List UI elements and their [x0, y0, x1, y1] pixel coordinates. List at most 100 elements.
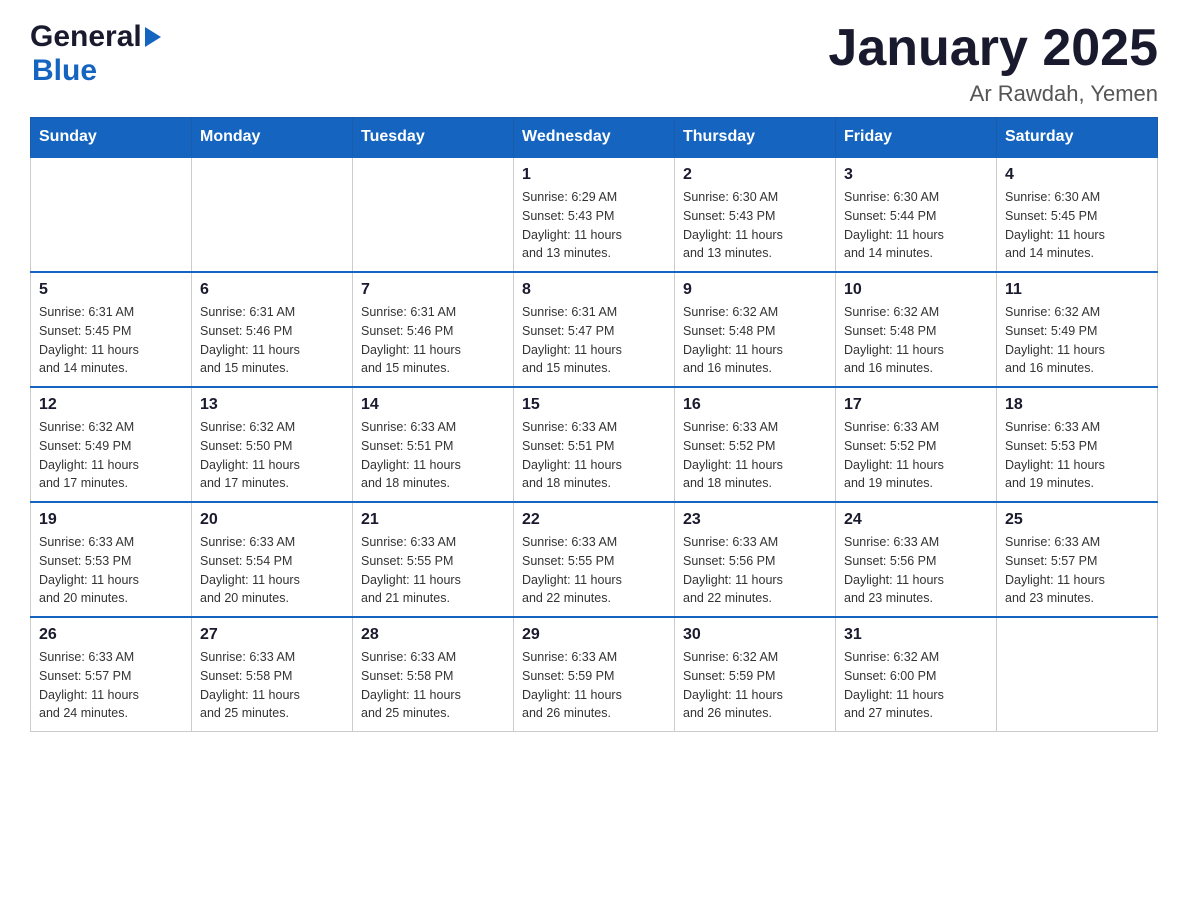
day-info: Sunrise: 6:33 AMSunset: 5:56 PMDaylight:… — [683, 533, 827, 608]
calendar-cell: 14 Sunrise: 6:33 AMSunset: 5:51 PMDayligh… — [353, 387, 514, 502]
day-info: Sunrise: 6:32 AMSunset: 5:48 PMDaylight:… — [844, 303, 988, 378]
day-number: 19 — [39, 511, 183, 529]
day-number: 9 — [683, 281, 827, 299]
calendar-cell — [192, 157, 353, 272]
day-number: 25 — [1005, 511, 1149, 529]
calendar-cell: 6Sunrise: 6:31 AMSunset: 5:46 PMDaylight… — [192, 272, 353, 387]
calendar-cell: 18 Sunrise: 6:33 AMSunset: 5:53 PMDayligh… — [997, 387, 1158, 502]
day-number: 1 — [522, 166, 666, 184]
day-info: Sunrise: 6:33 AMSunset: 5:52 PMDaylight:… — [844, 418, 988, 493]
day-number: 10 — [844, 281, 988, 299]
calendar-cell: 11Sunrise: 6:32 AMSunset: 5:49 PMDayligh… — [997, 272, 1158, 387]
day-number: 4 — [1005, 166, 1149, 184]
calendar-table: SundayMondayTuesdayWednesdayThursdayFrid… — [30, 117, 1158, 732]
day-number: 24 — [844, 511, 988, 529]
calendar-cell: 13Sunrise: 6:32 AMSunset: 5:50 PMDayligh… — [192, 387, 353, 502]
title-block: January 2025 Ar Rawdah, Yemen — [828, 20, 1158, 107]
calendar-cell: 29Sunrise: 6:33 AMSunset: 5:59 PMDayligh… — [514, 617, 675, 732]
day-number: 5 — [39, 281, 183, 299]
calendar-cell: 10 Sunrise: 6:32 AMSunset: 5:48 PMDayligh… — [836, 272, 997, 387]
day-number: 20 — [200, 511, 344, 529]
day-info: Sunrise: 6:30 AMSunset: 5:43 PMDaylight:… — [683, 188, 827, 263]
day-number: 3 — [844, 166, 988, 184]
day-info: Sunrise: 6:33 AMSunset: 5:51 PMDaylight:… — [361, 418, 505, 493]
day-header-tuesday: Tuesday — [353, 118, 514, 158]
calendar-cell: 31Sunrise: 6:32 AMSunset: 6:00 PMDayligh… — [836, 617, 997, 732]
calendar-cell: 26Sunrise: 6:33 AMSunset: 5:57 PMDayligh… — [31, 617, 192, 732]
calendar-cell: 30 Sunrise: 6:32 AMSunset: 5:59 PMDayligh… — [675, 617, 836, 732]
day-number: 16 — [683, 396, 827, 414]
day-number: 18 — [1005, 396, 1149, 414]
calendar-cell — [31, 157, 192, 272]
day-header-monday: Monday — [192, 118, 353, 158]
day-number: 12 — [39, 396, 183, 414]
day-info: Sunrise: 6:33 AMSunset: 5:52 PMDaylight:… — [683, 418, 827, 493]
day-info: Sunrise: 6:33 AMSunset: 5:58 PMDaylight:… — [361, 648, 505, 723]
day-info: Sunrise: 6:31 AMSunset: 5:45 PMDaylight:… — [39, 303, 183, 378]
day-info: Sunrise: 6:33 AMSunset: 5:58 PMDaylight:… — [200, 648, 344, 723]
day-header-sunday: Sunday — [31, 118, 192, 158]
day-info: Sunrise: 6:32 AMSunset: 5:48 PMDaylight:… — [683, 303, 827, 378]
calendar-cell — [353, 157, 514, 272]
logo-triangle-icon — [145, 27, 161, 47]
day-header-wednesday: Wednesday — [514, 118, 675, 158]
day-info: Sunrise: 6:33 AMSunset: 5:56 PMDaylight:… — [844, 533, 988, 608]
calendar-cell: 28Sunrise: 6:33 AMSunset: 5:58 PMDayligh… — [353, 617, 514, 732]
day-info: Sunrise: 6:32 AMSunset: 6:00 PMDaylight:… — [844, 648, 988, 723]
calendar-cell: 17 Sunrise: 6:33 AMSunset: 5:52 PMDayligh… — [836, 387, 997, 502]
calendar-cell: 5 Sunrise: 6:31 AMSunset: 5:45 PMDaylight… — [31, 272, 192, 387]
day-number: 6 — [200, 281, 344, 299]
calendar-cell: 25 Sunrise: 6:33 AMSunset: 5:57 PMDayligh… — [997, 502, 1158, 617]
calendar-cell: 19 Sunrise: 6:33 AMSunset: 5:53 PMDayligh… — [31, 502, 192, 617]
calendar-cell: 24 Sunrise: 6:33 AMSunset: 5:56 PMDayligh… — [836, 502, 997, 617]
day-number: 23 — [683, 511, 827, 529]
day-info: Sunrise: 6:33 AMSunset: 5:53 PMDaylight:… — [39, 533, 183, 608]
calendar-cell: 9 Sunrise: 6:32 AMSunset: 5:48 PMDaylight… — [675, 272, 836, 387]
day-number: 7 — [361, 281, 505, 299]
logo: General Blue — [30, 20, 161, 88]
day-header-thursday: Thursday — [675, 118, 836, 158]
day-info: Sunrise: 6:32 AMSunset: 5:59 PMDaylight:… — [683, 648, 827, 723]
calendar-week-4: 19 Sunrise: 6:33 AMSunset: 5:53 PMDayligh… — [31, 502, 1158, 617]
day-number: 11 — [1005, 281, 1149, 299]
day-info: Sunrise: 6:33 AMSunset: 5:55 PMDaylight:… — [361, 533, 505, 608]
day-number: 22 — [522, 511, 666, 529]
day-number: 15 — [522, 396, 666, 414]
calendar-cell: 21Sunrise: 6:33 AMSunset: 5:55 PMDayligh… — [353, 502, 514, 617]
day-info: Sunrise: 6:33 AMSunset: 5:53 PMDaylight:… — [1005, 418, 1149, 493]
day-info: Sunrise: 6:30 AMSunset: 5:45 PMDaylight:… — [1005, 188, 1149, 263]
day-info: Sunrise: 6:32 AMSunset: 5:50 PMDaylight:… — [200, 418, 344, 493]
logo-blue: Blue — [32, 54, 97, 87]
day-info: Sunrise: 6:32 AMSunset: 5:49 PMDaylight:… — [39, 418, 183, 493]
calendar-cell: 23 Sunrise: 6:33 AMSunset: 5:56 PMDayligh… — [675, 502, 836, 617]
calendar-week-3: 12 Sunrise: 6:32 AMSunset: 5:49 PMDayligh… — [31, 387, 1158, 502]
calendar-cell: 4 Sunrise: 6:30 AMSunset: 5:45 PMDaylight… — [997, 157, 1158, 272]
calendar-cell: 2Sunrise: 6:30 AMSunset: 5:43 PMDaylight… — [675, 157, 836, 272]
day-info: Sunrise: 6:33 AMSunset: 5:59 PMDaylight:… — [522, 648, 666, 723]
calendar-cell — [997, 617, 1158, 732]
day-header-row: SundayMondayTuesdayWednesdayThursdayFrid… — [31, 118, 1158, 158]
day-number: 14 — [361, 396, 505, 414]
calendar-body: 1 Sunrise: 6:29 AMSunset: 5:43 PMDaylight… — [31, 157, 1158, 732]
calendar-cell: 8Sunrise: 6:31 AMSunset: 5:47 PMDaylight… — [514, 272, 675, 387]
calendar-cell: 7Sunrise: 6:31 AMSunset: 5:46 PMDaylight… — [353, 272, 514, 387]
day-info: Sunrise: 6:30 AMSunset: 5:44 PMDaylight:… — [844, 188, 988, 263]
day-number: 30 — [683, 626, 827, 644]
day-info: Sunrise: 6:33 AMSunset: 5:57 PMDaylight:… — [1005, 533, 1149, 608]
calendar-week-1: 1 Sunrise: 6:29 AMSunset: 5:43 PMDaylight… — [31, 157, 1158, 272]
day-number: 17 — [844, 396, 988, 414]
day-info: Sunrise: 6:33 AMSunset: 5:51 PMDaylight:… — [522, 418, 666, 493]
day-info: Sunrise: 6:33 AMSunset: 5:54 PMDaylight:… — [200, 533, 344, 608]
page-header: General Blue January 2025 Ar Rawdah, Yem… — [30, 20, 1158, 107]
calendar-cell: 22Sunrise: 6:33 AMSunset: 5:55 PMDayligh… — [514, 502, 675, 617]
day-info: Sunrise: 6:29 AMSunset: 5:43 PMDaylight:… — [522, 188, 666, 263]
day-info: Sunrise: 6:31 AMSunset: 5:47 PMDaylight:… — [522, 303, 666, 378]
calendar-week-2: 5 Sunrise: 6:31 AMSunset: 5:45 PMDaylight… — [31, 272, 1158, 387]
page-title: January 2025 — [828, 20, 1158, 77]
calendar-cell: 1 Sunrise: 6:29 AMSunset: 5:43 PMDaylight… — [514, 157, 675, 272]
calendar-cell: 20 Sunrise: 6:33 AMSunset: 5:54 PMDayligh… — [192, 502, 353, 617]
calendar-cell: 3 Sunrise: 6:30 AMSunset: 5:44 PMDaylight… — [836, 157, 997, 272]
calendar-cell: 27Sunrise: 6:33 AMSunset: 5:58 PMDayligh… — [192, 617, 353, 732]
calendar-week-5: 26Sunrise: 6:33 AMSunset: 5:57 PMDayligh… — [31, 617, 1158, 732]
calendar-cell: 12 Sunrise: 6:32 AMSunset: 5:49 PMDayligh… — [31, 387, 192, 502]
